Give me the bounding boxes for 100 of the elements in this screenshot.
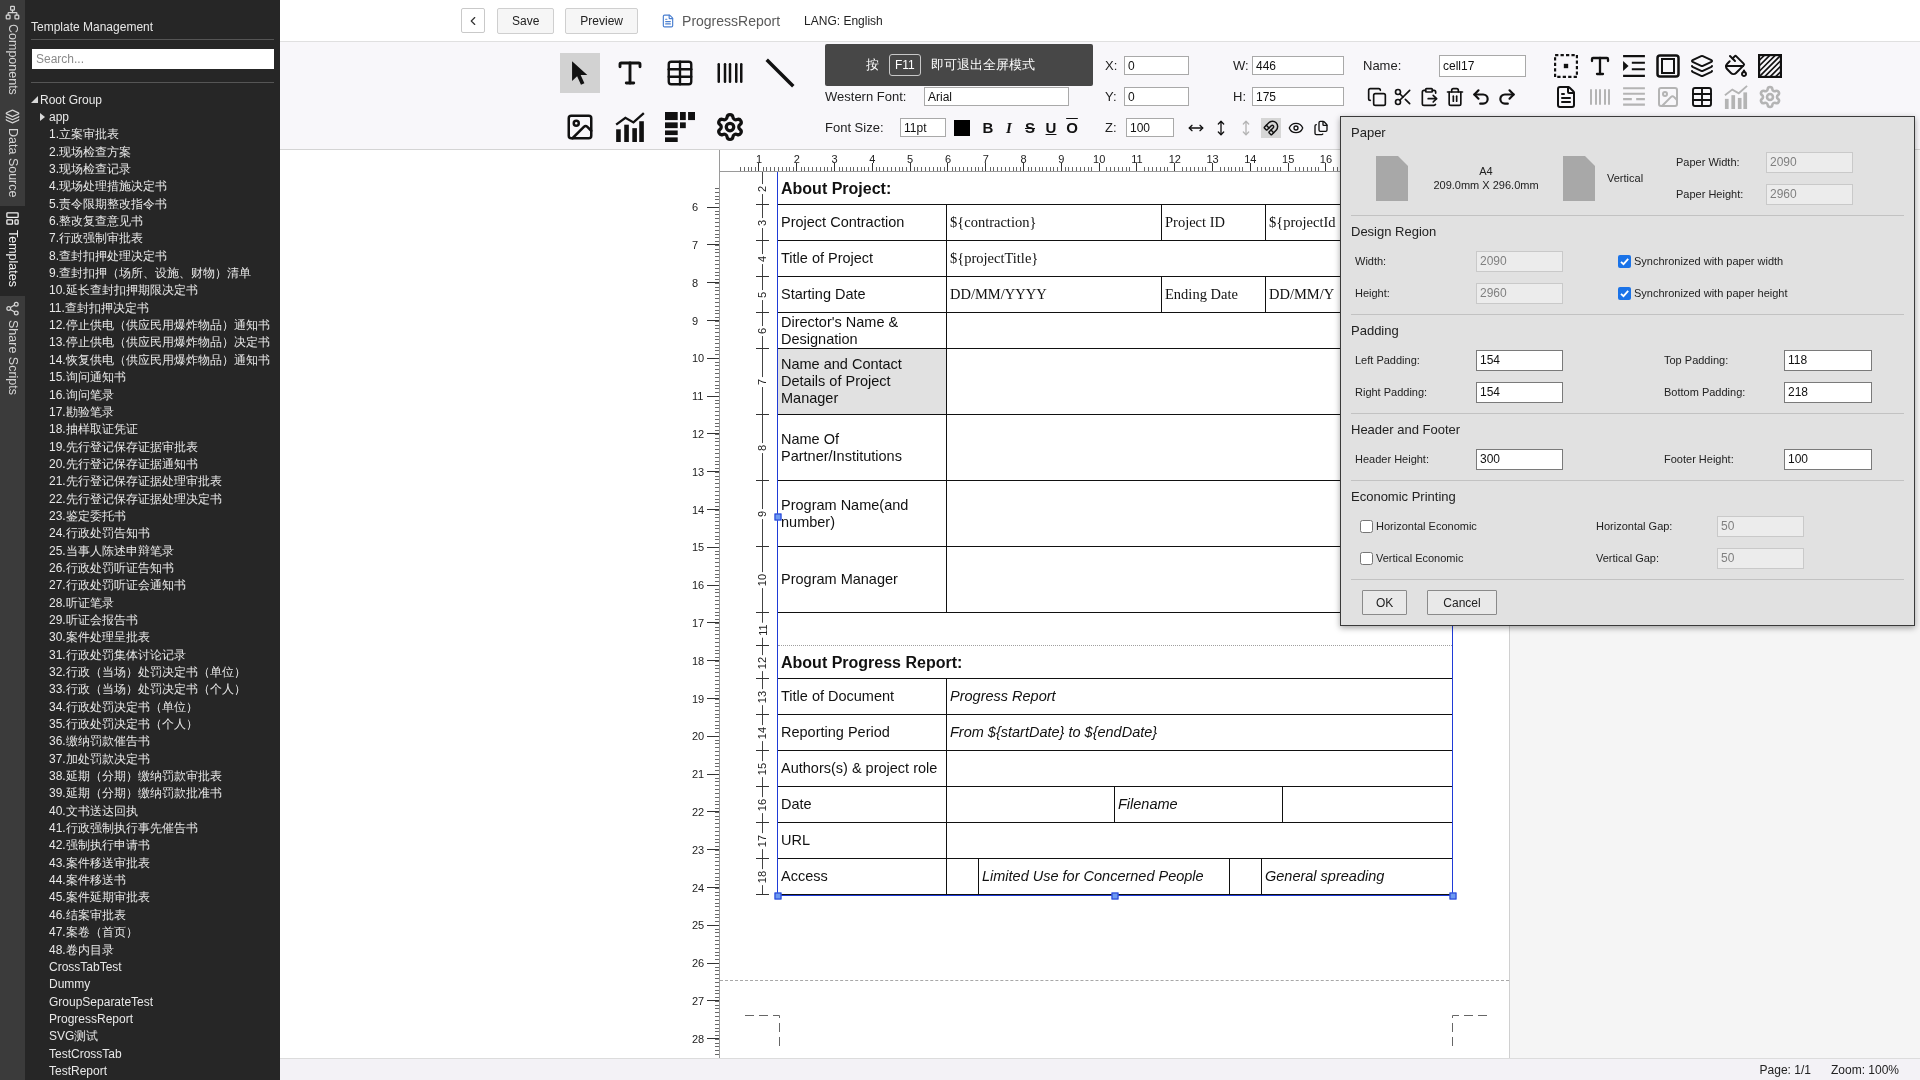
trash-icon[interactable]	[1445, 86, 1465, 107]
tree-item[interactable]: 26.行政处罚听证告知书	[40, 559, 174, 577]
tree-item[interactable]: 23.鉴定委托书	[40, 507, 126, 525]
tree-item[interactable]: TestCrossTab	[40, 1044, 122, 1063]
hatched-square-icon[interactable]	[1758, 53, 1782, 78]
font-input[interactable]: Arial	[924, 87, 1069, 106]
number-input[interactable]: 154	[1476, 381, 1563, 403]
tree-item[interactable]: 6.整改复查意见书	[40, 212, 143, 230]
number-input[interactable]: 175	[1252, 87, 1344, 106]
tree-item[interactable]: 14.恢复供电（供应民用爆炸物品）通知书	[40, 351, 270, 369]
tree-item[interactable]: 41.行政强制执行事先催告书	[40, 819, 198, 837]
tree-item[interactable]: 19.先行登记保存证据审批表	[40, 437, 198, 456]
layers-icon[interactable]	[1690, 53, 1714, 78]
tree-item[interactable]: Dummy	[40, 975, 91, 993]
tree-item[interactable]: 37.加处罚款决定书	[40, 750, 150, 768]
collapsed-triangle-icon[interactable]	[40, 113, 45, 121]
number-input[interactable]: 100	[1126, 118, 1174, 137]
tree-item[interactable]: 47.案卷（首页）	[40, 923, 138, 941]
overline-button[interactable]: O	[1064, 117, 1080, 138]
back-button[interactable]	[461, 8, 485, 33]
tree-folder[interactable]: app	[40, 108, 70, 126]
dialog-button[interactable]: Cancel	[1427, 590, 1497, 615]
tree-item[interactable]: 32.行政（当场）处罚决定书（单位）	[40, 663, 246, 681]
tree-folder[interactable]: Root Group	[31, 91, 103, 109]
tree-item[interactable]: 24.行政处罚告知书	[40, 524, 150, 542]
tree-item[interactable]: 28.听证笔录	[40, 593, 114, 612]
number-input[interactable]: 218	[1784, 381, 1872, 403]
paint-bucket-icon[interactable]	[1724, 53, 1748, 78]
tree-item[interactable]: 15.询问通知书	[40, 368, 126, 386]
number-input[interactable]: 446	[1252, 56, 1344, 75]
tree-item[interactable]: 21.先行登记保存证据处理审批表	[40, 472, 222, 490]
italic-button[interactable]: I	[1001, 117, 1017, 138]
tree-item[interactable]: 22.先行登记保存证据处理决定书	[40, 489, 222, 508]
checkbox[interactable]	[1360, 519, 1373, 533]
tree-item[interactable]: 29.听证会报告书	[40, 611, 138, 629]
tree-item[interactable]: TestReport	[40, 1062, 108, 1080]
resize-handle[interactable]	[774, 892, 781, 899]
tree-item[interactable]: 31.行政处罚集体讨论记录	[40, 646, 186, 664]
tree-item[interactable]: SVG测试	[40, 1027, 99, 1045]
number-input[interactable]: 154	[1476, 349, 1563, 371]
tree-item[interactable]: 18.抽样取证凭证	[40, 420, 138, 438]
dialog-button[interactable]: OK	[1362, 590, 1408, 615]
tree-item[interactable]: 11.查封扣押决定书	[40, 299, 149, 317]
tree-item[interactable]: 3.现场检查记录	[40, 160, 131, 178]
tree-item[interactable]: 17.勘验笔录	[40, 403, 114, 421]
font-size-input[interactable]: 11pt	[900, 118, 946, 137]
tree-item[interactable]: 4.现场处理措施决定书	[40, 177, 167, 196]
dotted-square-icon[interactable]	[1554, 53, 1578, 78]
tree-item[interactable]: 13.停止供电（供应民用爆炸物品）决定书	[40, 333, 270, 352]
toolbar-button[interactable]: Save	[497, 7, 555, 34]
tree-item[interactable]: 20.先行登记保存证据通知书	[40, 455, 198, 473]
tree-item[interactable]: ProgressReport	[40, 1010, 134, 1028]
redo-icon[interactable]	[1497, 86, 1517, 107]
tree-item[interactable]: 12.停止供电（供应民用爆炸物品）通知书	[40, 316, 270, 334]
tree-item[interactable]: 33.行政（当场）处罚决定书（个人）	[40, 680, 246, 699]
side-tab[interactable]: Templates	[0, 206, 25, 297]
name-input[interactable]: cell17	[1439, 54, 1526, 77]
number-input[interactable]: 100	[1784, 448, 1872, 470]
expanded-triangle-icon[interactable]	[31, 96, 38, 104]
bold-button[interactable]: B	[980, 117, 996, 138]
indent-list-icon[interactable]	[1622, 53, 1646, 78]
toggle-button[interactable]	[1261, 117, 1281, 138]
underline-button[interactable]: U	[1043, 117, 1059, 138]
tree-item[interactable]: 48.卷内目录	[40, 940, 114, 959]
tree-item[interactable]: 27.行政处罚听证会通知书	[40, 576, 186, 594]
checkbox[interactable]	[1360, 551, 1373, 565]
search-field[interactable]: Search...	[32, 49, 274, 69]
scissors-icon[interactable]	[1393, 86, 1413, 107]
tree-item[interactable]: CrossTabTest	[40, 958, 122, 976]
tree-item[interactable]: 35.行政处罚决定书（个人）	[40, 715, 198, 733]
tree-item[interactable]: 46.结案审批表	[40, 906, 126, 924]
resize-handle[interactable]	[1111, 892, 1119, 899]
tree-item[interactable]: 30.案件处理呈批表	[40, 628, 150, 646]
tree-item[interactable]: 5.责令限期整改指令书	[40, 195, 167, 213]
copy-icon[interactable]	[1367, 86, 1387, 107]
tree-item[interactable]: 40.文书送达回执	[40, 802, 138, 820]
tree-item[interactable]: 16.询问笔录	[40, 385, 114, 404]
undo-icon[interactable]	[1471, 86, 1491, 107]
tree-item[interactable]: 38.延期（分期）缴纳罚款审批表	[40, 767, 222, 785]
tree-item[interactable]: GroupSeparateTest	[40, 992, 154, 1011]
strike-button[interactable]: S	[1022, 117, 1038, 138]
frame-icon[interactable]	[1656, 53, 1680, 78]
tree-item[interactable]: 9.查封扣押（场所、设施、财物）清单	[40, 264, 251, 282]
tree-item[interactable]: 7.行政强制审批表	[40, 229, 143, 248]
tree-item[interactable]: 42.强制执行申请书	[40, 836, 150, 855]
tree-item[interactable]: 2.现场检查方案	[40, 143, 131, 161]
number-input[interactable]: 300	[1476, 448, 1563, 470]
color-swatch-icon[interactable]	[954, 119, 970, 136]
number-input[interactable]: 118	[1784, 349, 1872, 371]
tree-item[interactable]: 10.延长查封扣押期限决定书	[40, 281, 198, 300]
tree-item[interactable]: 44.案件移送书	[40, 871, 126, 889]
tree-item[interactable]: 25.当事人陈述申辩笔录	[40, 541, 174, 560]
number-input[interactable]: 0	[1124, 87, 1189, 106]
tree-item[interactable]: 45.案件延期审批表	[40, 888, 150, 907]
resize-handle[interactable]	[774, 513, 781, 521]
tree-item[interactable]: 8.查封扣押处理决定书	[40, 247, 167, 265]
tree-item[interactable]: 36.缴纳罚款催告书	[40, 732, 150, 751]
number-input[interactable]: 0	[1124, 56, 1189, 75]
paste-icon[interactable]	[1419, 86, 1439, 107]
toolbar-button[interactable]: Preview	[565, 7, 639, 34]
